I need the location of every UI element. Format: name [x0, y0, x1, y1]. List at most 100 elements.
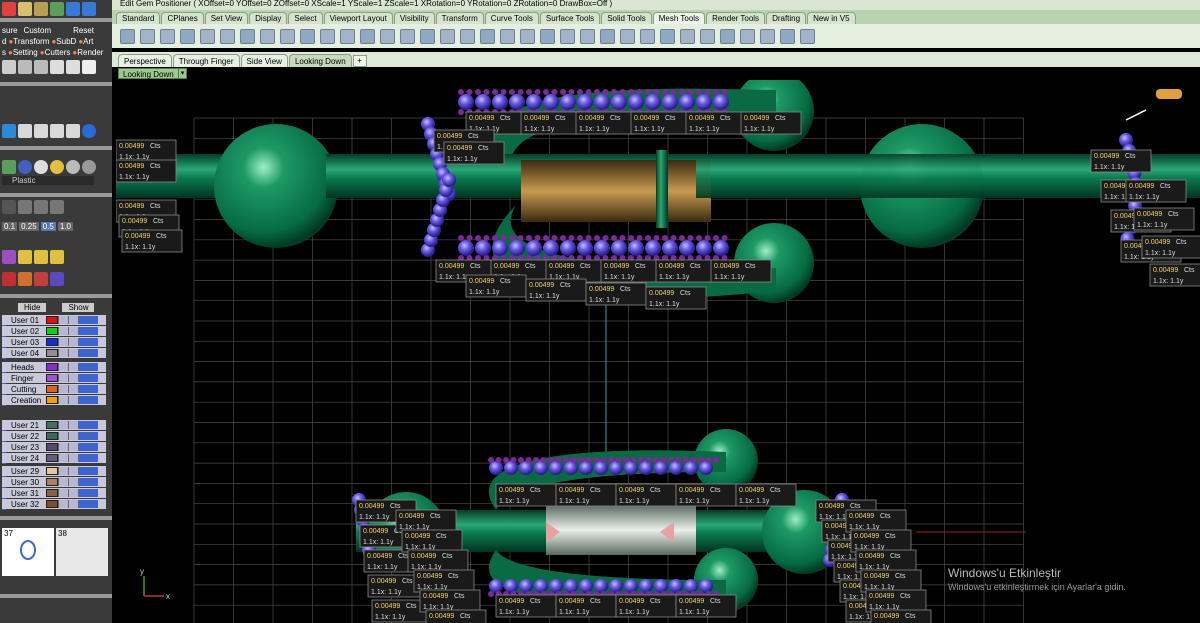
add-viewport-icon[interactable]: +: [352, 55, 367, 67]
tool-layer-e-icon[interactable]: [520, 28, 535, 44]
layer-b-icon[interactable]: [88, 432, 98, 440]
layer-lock-icon[interactable]: [68, 349, 78, 357]
menu-measure[interactable]: sure: [2, 26, 18, 35]
value-2[interactable]: 0.5: [40, 222, 56, 231]
tool-shade-icon[interactable]: [300, 28, 315, 44]
layer-b-icon[interactable]: [88, 349, 98, 357]
person-icon[interactable]: [50, 60, 64, 74]
menu-reset[interactable]: Reset: [73, 26, 94, 35]
ring-model[interactable]: [116, 80, 1200, 612]
layer-color-swatch[interactable]: [46, 327, 58, 335]
layer-b-icon[interactable]: [88, 489, 98, 497]
layer-lock-icon[interactable]: [68, 338, 78, 346]
layer-eye-icon[interactable]: [58, 467, 68, 475]
layer-eye-icon[interactable]: [58, 385, 68, 393]
viewport-tab-looking-down[interactable]: Looking Down: [288, 54, 352, 67]
red-tool-icon[interactable]: [2, 2, 16, 16]
tool-icon-f[interactable]: [34, 272, 48, 286]
layer-color-swatch[interactable]: [46, 316, 58, 324]
viewport-tab-perspective[interactable]: Perspective: [118, 54, 172, 67]
tool-icon-g[interactable]: [50, 272, 64, 286]
tool-icon-b[interactable]: [34, 250, 48, 264]
layer-lock-icon[interactable]: [68, 489, 78, 497]
toolbar-tab-drafting[interactable]: Drafting: [766, 12, 807, 24]
snap-icon-4[interactable]: [50, 200, 64, 214]
layer-color-swatch[interactable]: [46, 432, 58, 440]
layer-row[interactable]: User 30: [2, 477, 106, 487]
material-icon[interactable]: [2, 160, 16, 174]
undo-icon[interactable]: [50, 2, 64, 16]
view-icon-2[interactable]: [18, 124, 32, 138]
snap-icon-1[interactable]: [2, 200, 16, 214]
layer-row[interactable]: Creation: [2, 395, 106, 405]
tool-walk-d-icon[interactable]: [280, 28, 295, 44]
tool-move-icon[interactable]: [600, 28, 615, 44]
layer-color-swatch[interactable]: [46, 396, 58, 404]
tool-box-a-icon[interactable]: [640, 28, 655, 44]
layer-eye-icon[interactable]: [58, 327, 68, 335]
layer-row[interactable]: Finger: [2, 373, 106, 383]
layer-render-icon[interactable]: [78, 327, 88, 335]
menu-cutters[interactable]: ●Cutters: [40, 48, 71, 57]
tool-pen-a-icon[interactable]: [320, 28, 335, 44]
menu-transform[interactable]: ●Transform: [8, 37, 49, 46]
layer-color-swatch[interactable]: [46, 374, 58, 382]
layer-eye-icon[interactable]: [58, 432, 68, 440]
gem-tool-icon[interactable]: [2, 250, 16, 264]
layer-lock-icon[interactable]: [68, 467, 78, 475]
tool-walk-b-icon[interactable]: [240, 28, 255, 44]
tool-layer-d-icon[interactable]: [500, 28, 515, 44]
snap-icon-3[interactable]: [34, 200, 48, 214]
looking-down-viewport[interactable]: 0.00499 Cts 1.1x: 1.1y 0.00499 Cts 1.1x: 1.1y…: [116, 80, 1200, 623]
ring-icon[interactable]: [82, 124, 96, 138]
layer-lock-icon[interactable]: [68, 374, 78, 382]
layer-b-icon[interactable]: [88, 327, 98, 335]
value-1[interactable]: 0.25: [19, 222, 39, 231]
layer-b-icon[interactable]: [88, 338, 98, 346]
tool-check-icon[interactable]: [120, 28, 135, 44]
layer-lock-icon[interactable]: [68, 421, 78, 429]
layer-b-icon[interactable]: [88, 421, 98, 429]
tool-layer-c-icon[interactable]: [480, 28, 495, 44]
tool-sphere-b-icon[interactable]: [560, 28, 575, 44]
toolbar-tab-cplanes[interactable]: CPlanes: [161, 12, 204, 24]
layer-render-icon[interactable]: [78, 432, 88, 440]
tool-pen-b-icon[interactable]: [340, 28, 355, 44]
folder-icon[interactable]: [34, 2, 48, 16]
view-icon-1[interactable]: [2, 124, 16, 138]
layer-eye-icon[interactable]: [58, 489, 68, 497]
layer-b-icon[interactable]: [88, 385, 98, 393]
layer-lock-icon[interactable]: [68, 454, 78, 462]
layer-render-icon[interactable]: [78, 443, 88, 451]
tool-dots-icon[interactable]: [800, 28, 815, 44]
viewport-title[interactable]: Looking Down: [118, 68, 179, 79]
toolbar-tab-display[interactable]: Display: [249, 12, 288, 24]
layer-color-swatch[interactable]: [46, 421, 58, 429]
tool-icon-a[interactable]: [18, 250, 32, 264]
layer-b-icon[interactable]: [88, 316, 98, 324]
view-icon-5[interactable]: [66, 124, 80, 138]
export-icon[interactable]: [34, 60, 48, 74]
layer-render-icon[interactable]: [78, 316, 88, 324]
layer-eye-icon[interactable]: [58, 374, 68, 382]
view-icon-4[interactable]: [50, 124, 64, 138]
layer-render-icon[interactable]: [78, 467, 88, 475]
tool-mesh-a-icon[interactable]: [160, 28, 175, 44]
save-icon[interactable]: [2, 60, 16, 74]
sphere-blue-icon[interactable]: [18, 160, 32, 174]
toolbar-tab-render-tools[interactable]: Render Tools: [706, 12, 766, 24]
layer-lock-icon[interactable]: [68, 432, 78, 440]
arrow-right-icon[interactable]: [82, 2, 96, 16]
tool-icon-c[interactable]: [50, 250, 64, 264]
layer-lock-icon[interactable]: [68, 327, 78, 335]
layer-lock-icon[interactable]: [68, 478, 78, 486]
tool-walk-a-icon[interactable]: [220, 28, 235, 44]
menu-render[interactable]: ●Render: [72, 48, 103, 57]
thumbnail-38[interactable]: 38: [56, 528, 108, 576]
tool-table-b-icon[interactable]: [720, 28, 735, 44]
layer-b-icon[interactable]: [88, 467, 98, 475]
viewport-menu-arrow-icon[interactable]: ▾: [178, 68, 187, 79]
layer-b-icon[interactable]: [88, 363, 98, 371]
menu-setting[interactable]: ●Setting: [8, 48, 38, 57]
tool-zigzag-icon[interactable]: [620, 28, 635, 44]
